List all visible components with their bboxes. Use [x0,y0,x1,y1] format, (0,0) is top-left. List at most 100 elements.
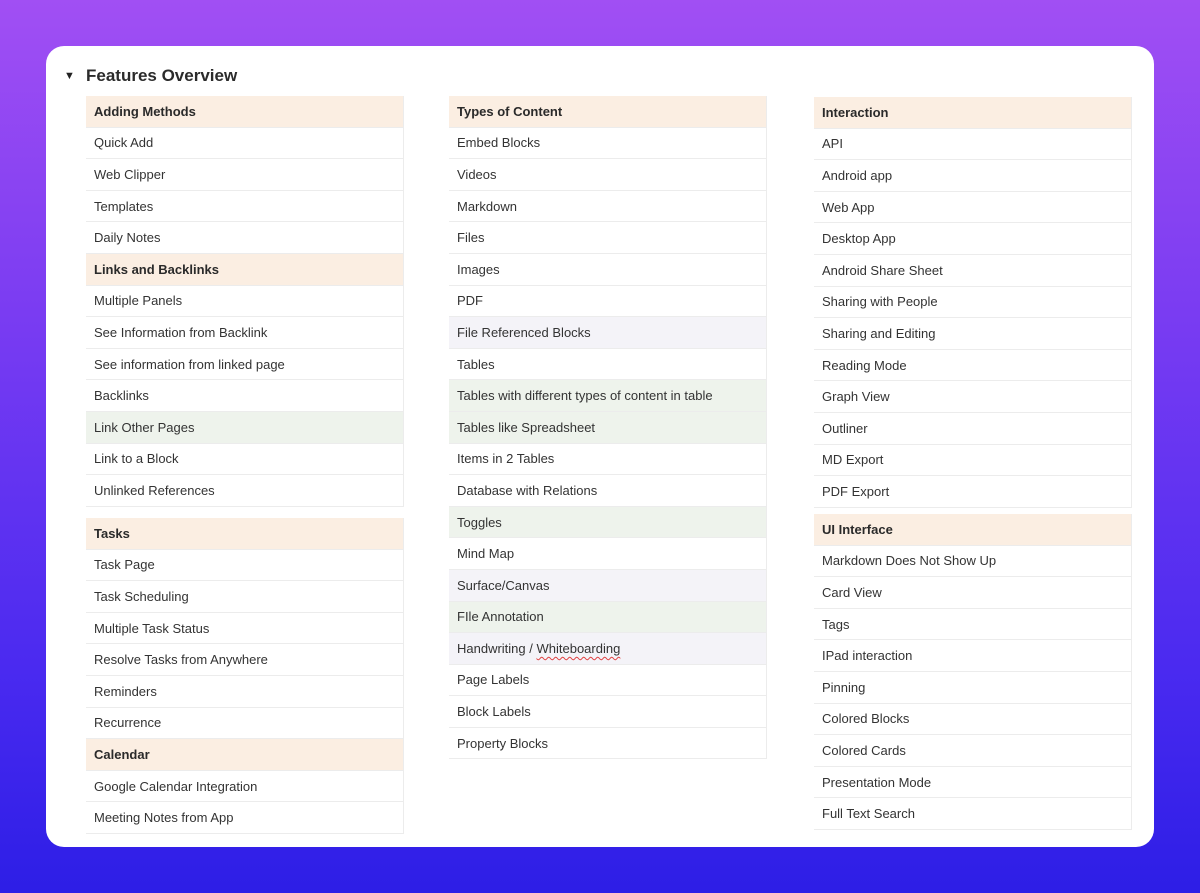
table-row[interactable]: Tables like Spreadsheet [449,411,767,444]
row-label: Database with Relations [457,482,598,498]
table-row[interactable]: Desktop App [814,223,1132,255]
table-row[interactable]: Multiple Panels [86,285,404,318]
table-row[interactable]: Handwriting / Whiteboarding [449,633,767,665]
table-row[interactable]: Graph View [814,381,1132,413]
row-label: Google Calendar Integration [94,778,258,794]
table-row[interactable]: Templates [86,190,404,223]
row-label: Colored Blocks [822,711,910,727]
table-row[interactable]: Block Labels [449,696,767,728]
section-header[interactable]: Types of Content [449,96,767,128]
row-label: API [822,136,843,152]
table-row[interactable]: Outliner [814,412,1132,445]
row-label: Videos [457,166,497,182]
row-label: UI Interface [822,521,893,537]
table-row[interactable]: Items in 2 Tables [449,443,767,476]
table-row[interactable]: Quick Add [86,127,404,160]
triangle-down-icon[interactable]: ▼ [64,70,75,82]
table-row[interactable]: Toggles [449,506,767,539]
table-row[interactable]: Tables with different types of content i… [449,380,767,412]
table-row[interactable]: Images [449,253,767,286]
table-row[interactable]: Unlinked References [86,475,404,507]
table-ui-interface: UI Interface Markdown Does Not Show Up Car… [814,514,1132,830]
table-row[interactable]: Colored Blocks [814,703,1132,736]
table-row[interactable]: Recurrence [86,707,404,740]
table-row[interactable]: Resolve Tasks from Anywhere [86,644,404,676]
table-row[interactable]: Tags [814,608,1132,641]
row-label: Colored Cards [822,742,906,758]
row-label: Page Labels [457,672,530,688]
table-row[interactable]: Pinning [814,671,1132,704]
table-row[interactable]: Link Other Pages [86,411,404,444]
row-label: Daily Notes [94,230,161,246]
row-label: Toggles [457,514,502,530]
table-row[interactable]: API [814,128,1132,161]
table-row[interactable]: Reading Mode [814,349,1132,382]
table-row[interactable]: Property Blocks [449,727,767,760]
table-row[interactable]: Presentation Mode [814,766,1132,799]
section-header[interactable]: Calendar [86,739,404,771]
section-header[interactable]: Links and Backlinks [86,253,404,286]
row-label: PDF Export [822,483,890,499]
table-row[interactable]: Web App [814,191,1132,224]
row-label: Interaction [822,104,889,120]
table-row[interactable]: Reminders [86,675,404,708]
table-row[interactable]: Meeting Notes from App [86,802,404,834]
table-row[interactable]: Link to a Block [86,443,404,476]
table-row[interactable]: FIle Annotation [449,601,767,634]
table-row[interactable]: Markdown [449,190,767,223]
toggle-header[interactable]: ▼ Features Overview [64,56,237,96]
table-row[interactable]: Task Page [86,549,404,582]
table-row[interactable]: File Referenced Blocks [449,317,767,349]
section-header[interactable]: UI Interface [814,514,1132,546]
section-header[interactable]: Adding Methods [86,96,404,128]
row-label: PDF [457,293,483,309]
row-label: FIle Annotation [457,609,544,625]
table-row[interactable]: Mind Map [449,538,767,570]
row-label: Card View [822,584,882,600]
table-row[interactable]: Task Scheduling [86,581,404,613]
section-header[interactable]: Interaction [814,97,1132,129]
row-label: Resolve Tasks from Anywhere [94,652,268,668]
row-label: File Referenced Blocks [457,324,591,340]
row-label: Multiple Panels [94,293,183,309]
page-title: Features Overview [86,66,238,85]
table-row[interactable]: Backlinks [86,380,404,412]
table-row[interactable]: Full Text Search [814,798,1132,830]
table-row[interactable]: Embed Blocks [449,127,767,160]
table-row[interactable]: Files [449,222,767,254]
table-row[interactable]: Card View [814,577,1132,609]
row-label: Web App [822,199,875,215]
table-row[interactable]: Sharing and Editing [814,318,1132,350]
row-label: Presentation Mode [822,774,932,790]
table-row[interactable]: Multiple Task Status [86,612,404,645]
row-label: Property Blocks [457,735,549,751]
table-row[interactable]: PDF [449,285,767,318]
table-row[interactable]: Android Share Sheet [814,254,1132,287]
table-row[interactable]: Daily Notes [86,222,404,254]
table-row[interactable]: PDF Export [814,476,1132,508]
table-row[interactable]: See Information from Backlink [86,317,404,349]
table-row[interactable]: Videos [449,159,767,191]
table-row[interactable]: MD Export [814,444,1132,477]
row-label: Calendar [94,746,150,762]
table-row[interactable]: Sharing with People [814,286,1132,319]
table-row[interactable]: Web Clipper [86,159,404,191]
row-label: Android app [822,167,893,183]
section-header[interactable]: Tasks [86,518,404,550]
row-label: Multiple Task Status [94,620,210,636]
row-label: Tables like Spreadsheet [457,419,596,435]
row-label: See information from linked page [94,356,285,372]
table-row[interactable]: IPad interaction [814,640,1132,672]
table-row[interactable]: Colored Cards [814,735,1132,767]
row-label: See Information from Backlink [94,324,268,340]
table-row[interactable]: Android app [814,160,1132,192]
table-row[interactable]: Page Labels [449,664,767,697]
row-label: Pinning [822,679,866,695]
table-row[interactable]: Markdown Does Not Show Up [814,545,1132,578]
table-row[interactable]: See information from linked page [86,348,404,381]
table-row[interactable]: Google Calendar Integration [86,770,404,803]
table-row[interactable]: Database with Relations [449,475,767,507]
table-row[interactable]: Tables [449,348,767,381]
row-label: Markdown Does Not Show Up [822,553,997,569]
table-row[interactable]: Surface/Canvas [449,569,767,602]
